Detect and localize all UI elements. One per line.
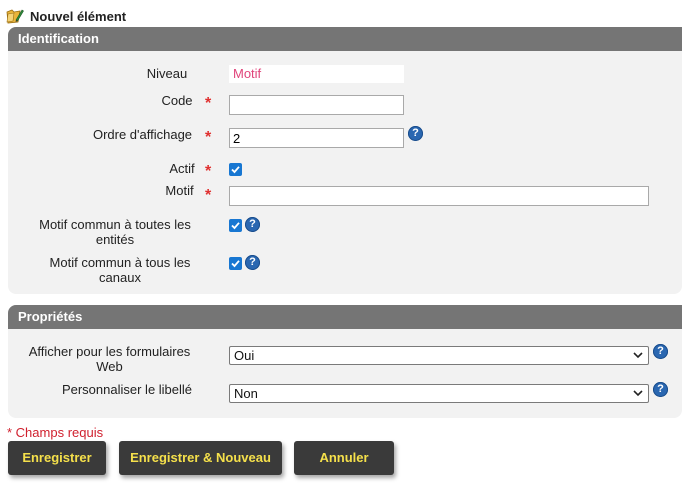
- commun-canaux-label: Motif commun à tous les canaux: [49, 255, 191, 285]
- afficher-web-select[interactable]: Oui: [229, 346, 649, 365]
- checkmark-icon: [231, 166, 240, 174]
- ordre-field[interactable]: [229, 128, 404, 148]
- page-title: Nouvel élément: [30, 8, 127, 24]
- actif-checkbox[interactable]: [229, 163, 242, 176]
- save-and-new-button[interactable]: Enregistrer & Nouveau: [119, 441, 282, 475]
- afficher-web-label: Afficher pour les formulaires Web: [28, 344, 191, 374]
- save-button[interactable]: Enregistrer: [8, 441, 106, 475]
- chevron-down-icon: [633, 386, 643, 406]
- identification-header: Identification: [8, 27, 682, 51]
- cancel-button[interactable]: Annuler: [294, 441, 394, 475]
- page-header: Nouvel élément: [6, 7, 126, 25]
- niveau-value: Motif: [229, 65, 404, 83]
- commun-entites-label: Motif commun à toutes les entités: [39, 217, 191, 247]
- folder-edit-icon: [6, 8, 24, 24]
- required-mark: *: [205, 95, 212, 112]
- help-icon[interactable]: ?: [245, 217, 260, 232]
- required-mark: *: [205, 129, 212, 146]
- niveau-label: Niveau: [146, 66, 188, 81]
- personnaliser-select[interactable]: Non: [229, 384, 649, 403]
- proprietes-header: Propriétés: [8, 305, 682, 329]
- commun-canaux-checkbox[interactable]: [229, 257, 242, 270]
- motif-label: Motif: [165, 183, 194, 198]
- code-field[interactable]: [229, 95, 404, 115]
- chevron-down-icon: [633, 348, 643, 368]
- personnaliser-value: Non: [234, 386, 258, 401]
- ordre-label: Ordre d'affichage: [92, 127, 193, 142]
- motif-field[interactable]: [229, 186, 649, 206]
- commun-entites-checkbox[interactable]: [229, 219, 242, 232]
- help-icon[interactable]: ?: [653, 382, 668, 397]
- required-mark: *: [205, 163, 212, 180]
- help-icon[interactable]: ?: [408, 126, 423, 141]
- checkmark-icon: [231, 260, 240, 268]
- personnaliser-label: Personnaliser le libellé: [61, 382, 193, 397]
- help-icon[interactable]: ?: [653, 344, 668, 359]
- afficher-web-value: Oui: [234, 348, 255, 363]
- code-label: Code: [161, 93, 193, 108]
- actif-label: Actif: [169, 161, 195, 176]
- help-icon[interactable]: ?: [245, 255, 260, 270]
- checkmark-icon: [231, 222, 240, 230]
- required-mark: *: [205, 187, 212, 204]
- required-note: * Champs requis: [7, 425, 104, 440]
